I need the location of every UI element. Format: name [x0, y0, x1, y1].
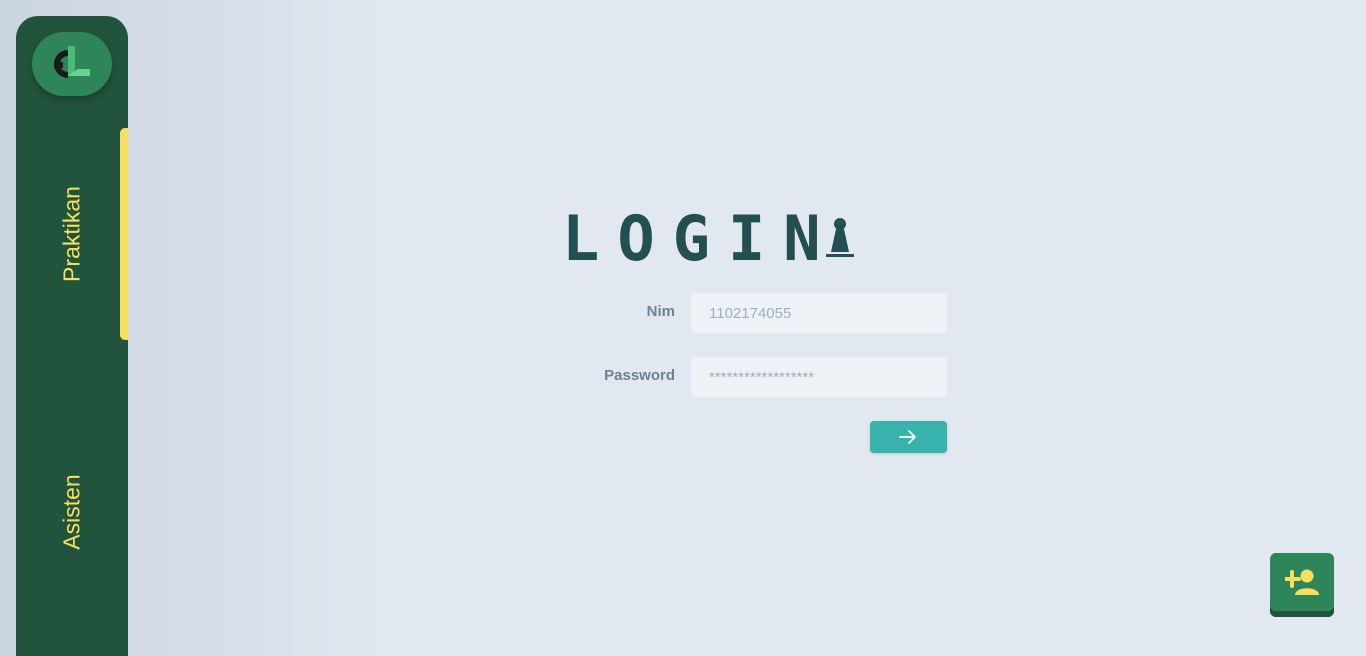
sidebar-item-asisten[interactable]: Asisten: [16, 406, 128, 618]
nim-field[interactable]: [691, 293, 947, 333]
arrow-right-icon: [899, 430, 916, 444]
sidebar-item-label: Asisten: [58, 474, 85, 550]
logo-icon: [54, 46, 90, 78]
app-logo[interactable]: [32, 32, 112, 96]
active-indicator: [120, 128, 128, 340]
add-user-icon: [1285, 569, 1319, 595]
sidebar-item-praktikan[interactable]: Praktikan: [16, 128, 128, 340]
sidebar-item-label: Praktikan: [58, 186, 85, 282]
nim-label: Nim: [646, 303, 675, 320]
password-label: Password: [604, 367, 675, 384]
sidebar: Praktikan Asisten: [16, 16, 128, 656]
login-submit-button[interactable]: [870, 421, 947, 453]
page-title: LOGIN: [562, 202, 839, 275]
password-field[interactable]: [691, 357, 947, 397]
lock-icon: [826, 218, 854, 257]
add-user-button[interactable]: [1270, 553, 1334, 617]
